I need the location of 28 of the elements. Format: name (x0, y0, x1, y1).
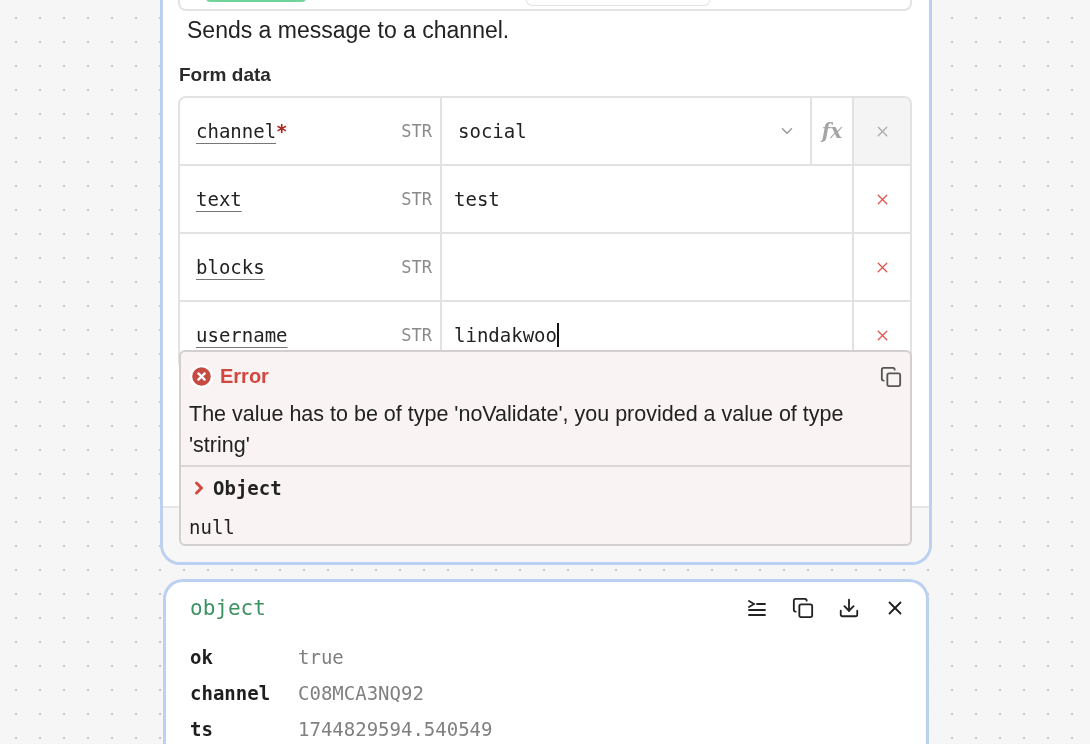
copy-icon[interactable] (792, 597, 814, 619)
error-message: The value has to be of type 'noValidate', you provided a value of type 'string' (188, 401, 845, 459)
result-value: 1744829594.540549 (298, 718, 494, 740)
error-title: Error (220, 365, 269, 388)
form-title: Form data (179, 64, 272, 86)
result-key: ts (190, 718, 298, 740)
type-tag: STR (401, 189, 432, 209)
type-tag: STR (401, 257, 432, 277)
result-key: ok (190, 646, 298, 668)
required-mark: * (276, 120, 288, 142)
result-value: true (298, 646, 345, 668)
details-value: null (189, 516, 236, 538)
error-icon (189, 364, 214, 389)
copy-button[interactable] (880, 365, 902, 388)
result-value: C08MCA3NQ92 (298, 682, 425, 704)
field-name: blocks (196, 256, 265, 278)
description-text: Sends a message to a channel. (187, 17, 511, 44)
result-key: channel (190, 682, 298, 704)
type-tag: STR (401, 325, 432, 345)
field-name: username (196, 324, 288, 346)
value-select[interactable]: social (442, 98, 812, 164)
field-name: text (196, 188, 242, 210)
details-toggle[interactable]: Object (189, 477, 282, 499)
result-type: object (190, 596, 266, 620)
field-name: channel (196, 120, 277, 142)
download-icon[interactable] (838, 597, 860, 619)
indent-icon[interactable] (746, 597, 768, 619)
type-tag: STR (401, 121, 432, 141)
